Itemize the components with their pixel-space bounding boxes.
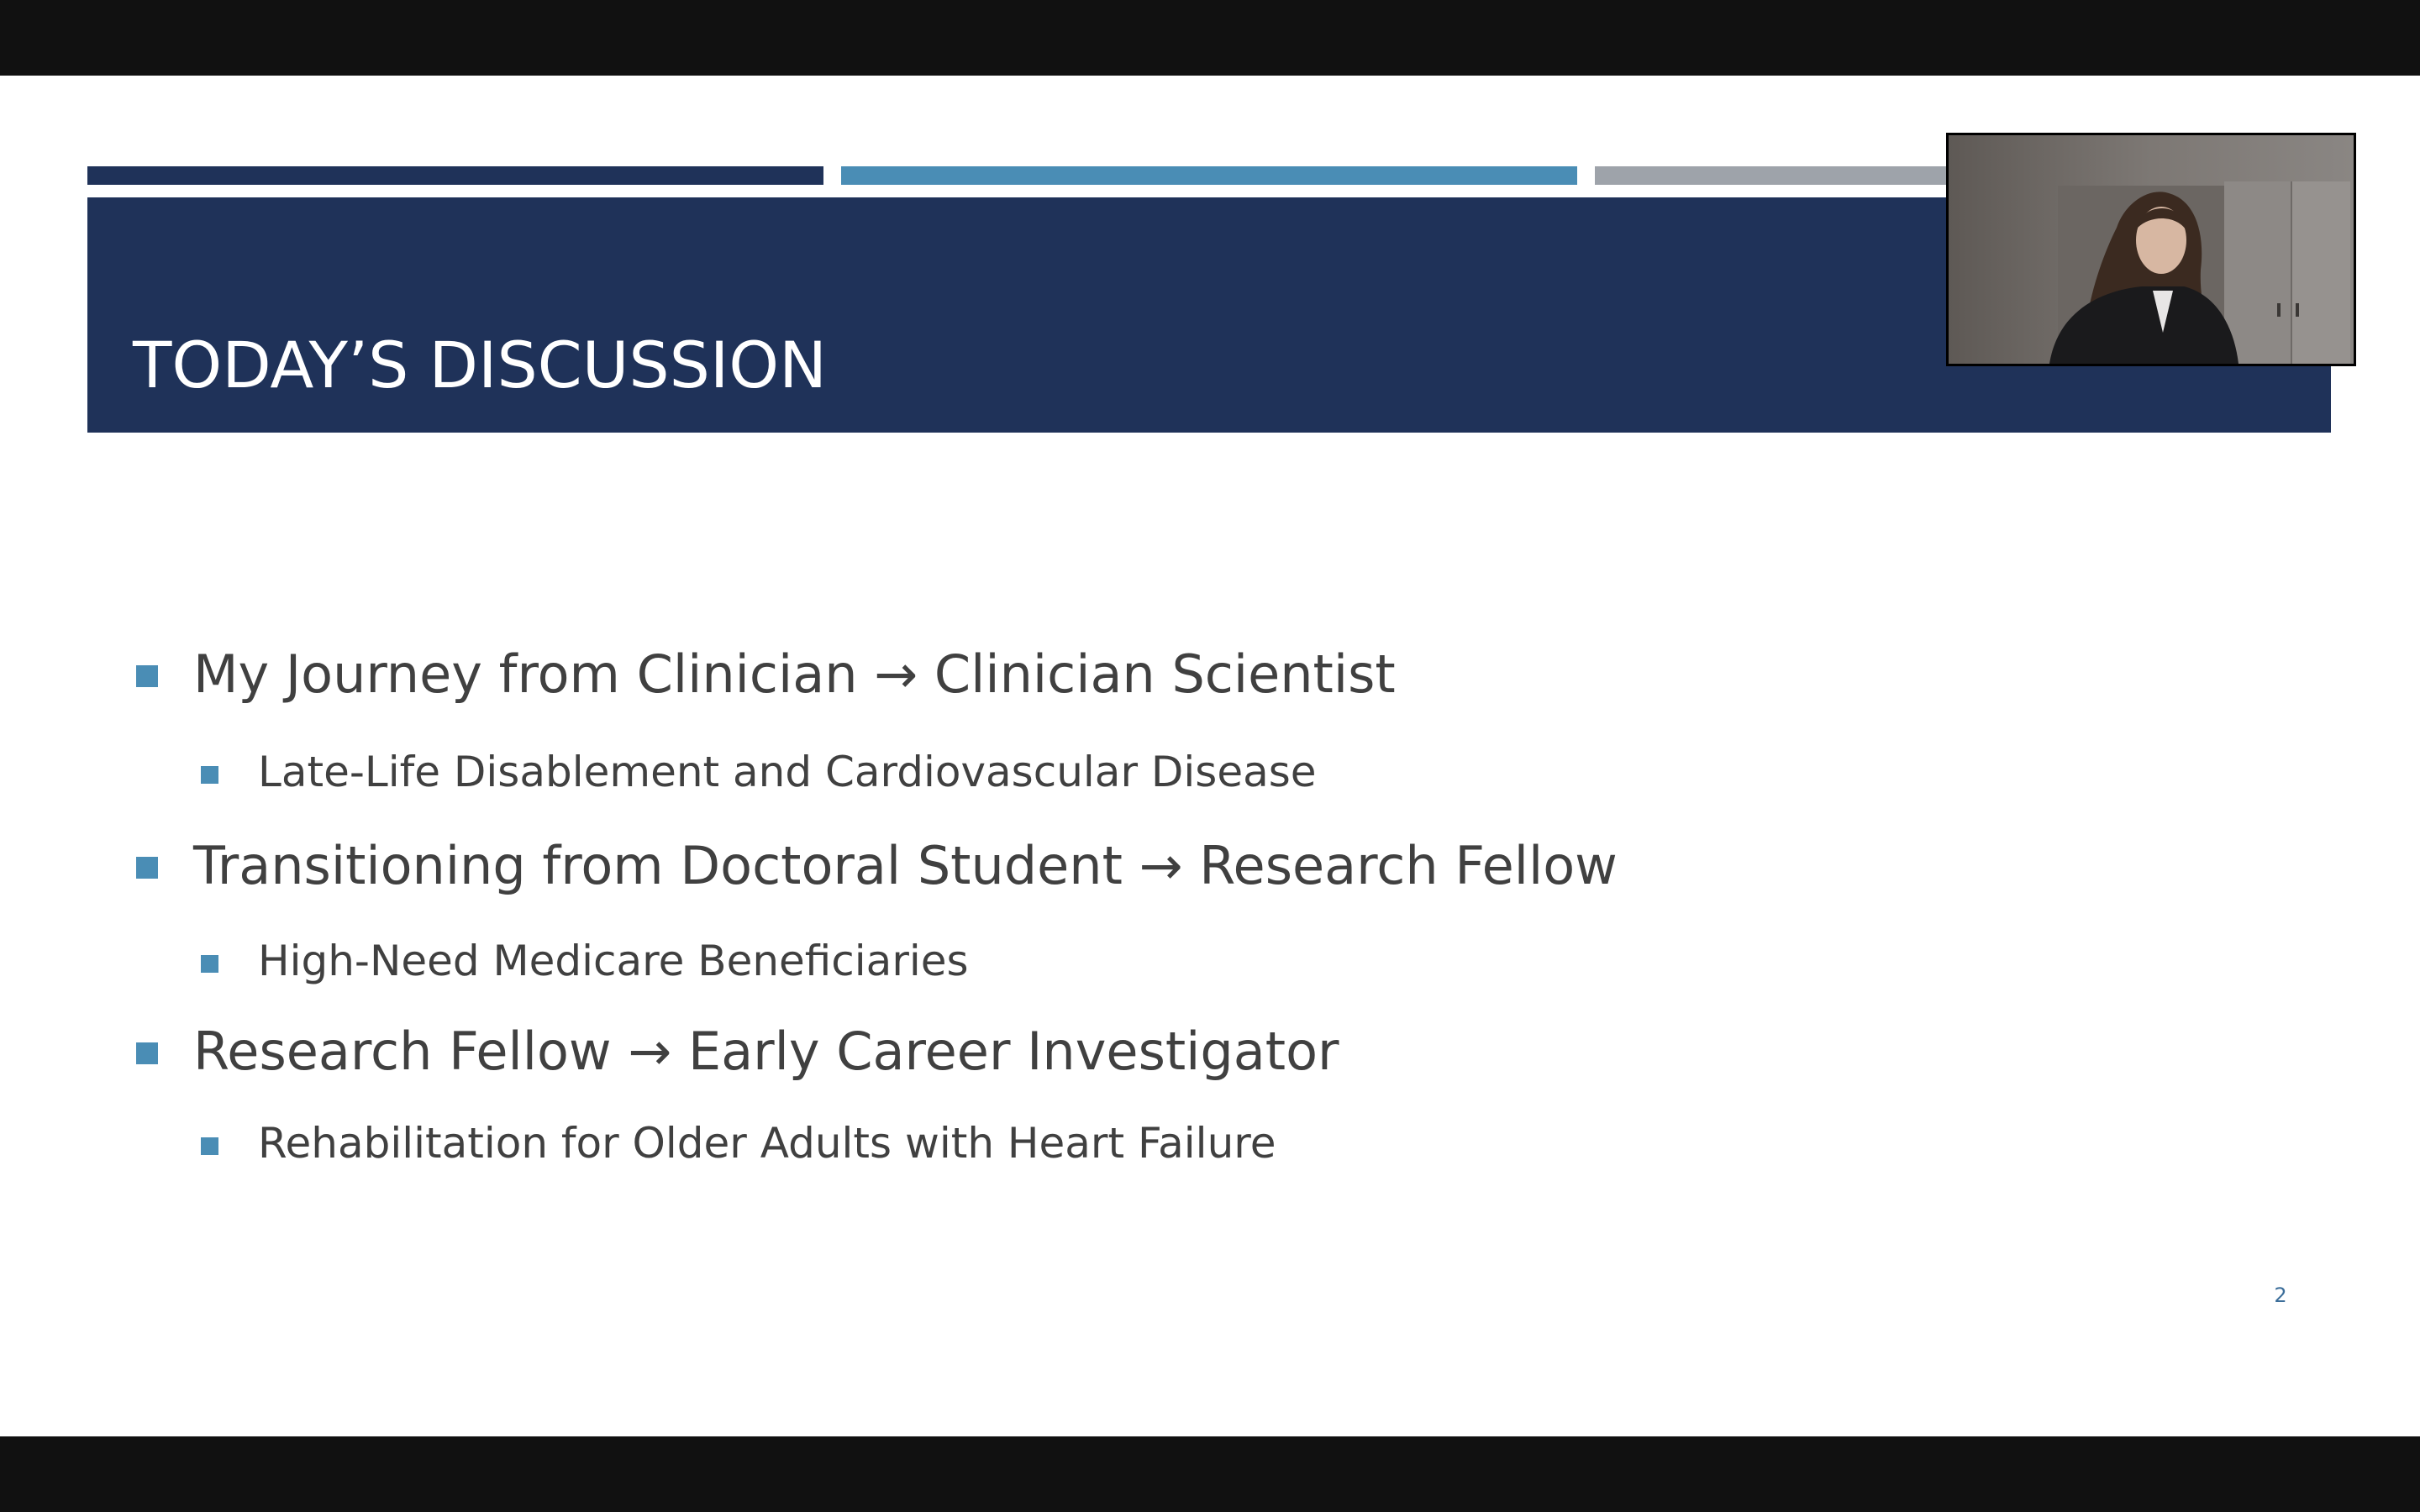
- bullet-square-icon: [201, 1137, 218, 1155]
- bullet-text: High-Need Medicare Beneficiaries: [258, 937, 969, 985]
- sub-bullet-item: High-Need Medicare Beneficiaries: [201, 937, 969, 985]
- bullet-square-icon: [136, 665, 158, 687]
- presentation-viewer: TODAY’S DISCUSSION My Journey from Clini…: [0, 0, 2420, 1512]
- bullet-text: My Journey from Clinician → Clinician Sc…: [193, 643, 1396, 705]
- bullet-text: Transitioning from Doctoral Student → Re…: [193, 835, 1618, 896]
- bullet-text: Research Fellow → Early Career Investiga…: [193, 1021, 1339, 1082]
- bullet-text: Rehabilitation for Older Adults with Hea…: [258, 1119, 1276, 1168]
- bullet-item: Transitioning from Doctoral Student → Re…: [136, 835, 1618, 896]
- bullet-square-icon: [201, 955, 218, 973]
- bullet-text: Late-Life Disablement and Cardiovascular…: [258, 748, 1317, 796]
- bullet-square-icon: [136, 857, 158, 879]
- page-number: 2: [2274, 1284, 2287, 1307]
- bullet-square-icon: [201, 766, 218, 784]
- presenter-webcam-tile[interactable]: [1946, 133, 2356, 366]
- sub-bullet-item: Rehabilitation for Older Adults with Hea…: [201, 1119, 1276, 1168]
- sub-bullet-item: Late-Life Disablement and Cardiovascular…: [201, 748, 1317, 796]
- bullet-item: My Journey from Clinician → Clinician Sc…: [136, 643, 1396, 705]
- bullet-item: Research Fellow → Early Career Investiga…: [136, 1021, 1339, 1082]
- bullet-square-icon: [136, 1042, 158, 1064]
- presenter-video-icon: [1949, 135, 2354, 364]
